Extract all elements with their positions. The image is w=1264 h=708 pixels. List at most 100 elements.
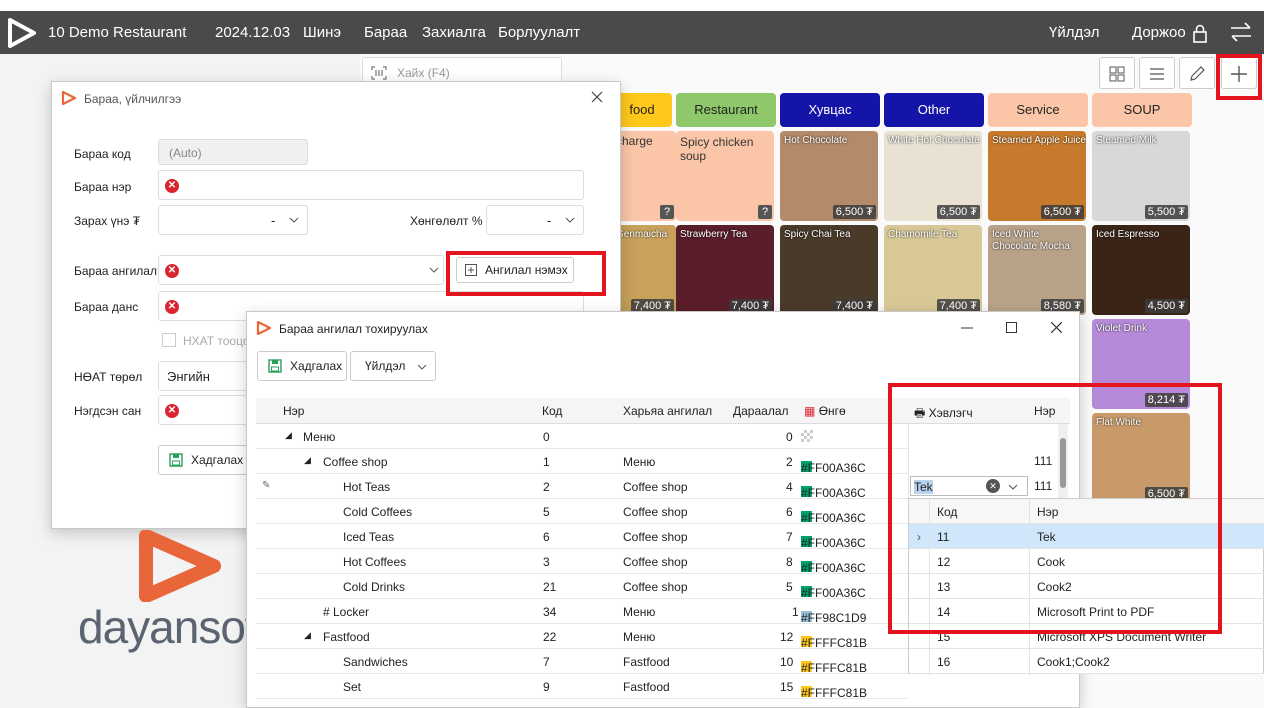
- price-label: Зарах үнэ ₮: [74, 214, 141, 228]
- category-select[interactable]: ✕: [158, 255, 444, 285]
- category-tab-soup[interactable]: SOUP: [1092, 93, 1192, 127]
- unit-label: Нэгдсэн сан: [74, 404, 142, 418]
- product-tile[interactable]: Spicy chicken soup ?: [676, 131, 774, 221]
- brand-wordmark: dayansoft: [78, 601, 269, 653]
- vat-type-select[interactable]: Энгийн: [158, 361, 248, 391]
- color-swatch: [801, 430, 813, 442]
- save-icon: [268, 359, 282, 373]
- list-icon: [1150, 68, 1164, 80]
- business-date: 2024.12.03: [215, 24, 291, 41]
- pencil-icon: [1190, 66, 1205, 81]
- collapse-icon[interactable]: ◢: [304, 455, 311, 466]
- app-logo-icon: [256, 320, 272, 336]
- product-tile[interactable]: Iced Espresso 4,500 ₮: [1092, 225, 1190, 315]
- main-navbar: 10 Demo Restaurant 2024.12.03 Шинэ Бараа…: [0, 11, 1264, 54]
- nav-action-menu[interactable]: Үйлдэл: [1049, 24, 1099, 41]
- lock-icon[interactable]: [1192, 23, 1208, 43]
- collapse-icon[interactable]: ◢: [285, 430, 292, 441]
- save-button[interactable]: Хадгалах: [158, 445, 248, 475]
- table-row[interactable]: ◢ Coffee shop 1 Меню 2 #FF00A36C: [256, 449, 908, 475]
- window-top-strip: [0, 0, 1264, 11]
- close-icon[interactable]: [591, 91, 603, 103]
- palette-icon: ▦: [804, 404, 816, 418]
- vat-checkbox-label: НХАТ тооцох: [183, 334, 256, 348]
- grid-view-button[interactable]: [1099, 57, 1135, 89]
- save-button[interactable]: Хадгалах: [257, 351, 347, 381]
- table-row[interactable]: Set 9 Fastfood 15 #FFFFC81B: [256, 674, 908, 700]
- table-row[interactable]: Iced Teas 6 Coffee shop 7 #FF00A36C: [256, 524, 908, 550]
- product-tile[interactable]: Strawberry Tea 7,400 ₮: [676, 225, 774, 315]
- column-header-color[interactable]: ▦ Өнгө: [804, 404, 846, 418]
- table-row[interactable]: ◢ Fastfood 22 Меню 12 #FFFFC81B: [256, 624, 908, 650]
- unit-field[interactable]: ✕: [158, 395, 248, 425]
- product-tile[interactable]: Hot Chocolate 6,500 ₮: [780, 131, 878, 221]
- column-header-parent[interactable]: Харьяа ангилал: [623, 404, 712, 418]
- product-tile[interactable]: Genmaicha 7,400 ₮: [612, 225, 676, 315]
- chevron-down-icon: [429, 267, 439, 273]
- product-tile[interactable]: Iced White Chocolate Mocha 8,580 ₮: [988, 225, 1086, 315]
- search-placeholder: Хайх (F4): [397, 66, 450, 80]
- category-label: Бараа ангилал: [74, 264, 157, 278]
- list-view-button[interactable]: [1139, 57, 1175, 89]
- edit-row-icon: ✎: [262, 480, 271, 491]
- vat-checkbox[interactable]: [162, 333, 176, 347]
- product-tile[interactable]: Steamed Milk 5,500 ₮: [1092, 131, 1190, 221]
- highlight-add-button: [1216, 54, 1262, 100]
- nav-item-products[interactable]: Бараа: [364, 24, 407, 41]
- table-row[interactable]: ◢ Меню 0 0: [256, 424, 908, 449]
- table-row[interactable]: Cold Drinks 21 Coffee shop 5 #FF00A36C: [256, 574, 908, 600]
- price-field[interactable]: -: [158, 205, 308, 235]
- grid-icon: [1109, 66, 1125, 82]
- category-tab-service[interactable]: Service: [988, 93, 1088, 127]
- barcode-scan-icon: [371, 66, 387, 80]
- code-field: (Auto): [158, 139, 308, 165]
- close-icon[interactable]: [1051, 322, 1062, 333]
- brand-logo-icon: [139, 530, 221, 602]
- table-row[interactable]: Hot Coffees 3 Coffee shop 8 #FF00A36C: [256, 549, 908, 575]
- nav-item-new[interactable]: Шинэ: [303, 24, 341, 41]
- error-icon: ✕: [165, 300, 179, 314]
- product-tile[interactable]: Steamed Apple Juice 6,500 ₮: [988, 131, 1086, 221]
- column-header-name[interactable]: Нэр: [283, 404, 304, 418]
- table-row[interactable]: Sandwiches 7 Fastfood 10 #FFFFC81B: [256, 649, 908, 675]
- minimize-icon[interactable]: [961, 327, 973, 329]
- nav-item-sales[interactable]: Борлуулалт: [498, 24, 580, 41]
- category-tab-restaurant[interactable]: Restaurant: [676, 93, 776, 127]
- product-tile[interactable]: charge ?: [612, 131, 676, 221]
- category-tab-food[interactable]: food: [612, 93, 672, 127]
- error-icon: ✕: [165, 264, 179, 278]
- action-menu-button[interactable]: Үйлдэл: [350, 351, 436, 381]
- nav-item-orders[interactable]: Захиалга: [422, 24, 486, 41]
- collapse-icon[interactable]: ◢: [304, 630, 311, 641]
- edit-button[interactable]: [1179, 57, 1215, 89]
- chevron-down-icon: [565, 217, 575, 223]
- table-row[interactable]: ✎ Hot Teas 2 Coffee shop 4 #FF00A36C: [256, 474, 908, 500]
- discount-field[interactable]: -: [486, 205, 584, 235]
- category-tab-clothing[interactable]: Хувцас: [780, 93, 880, 127]
- chevron-down-icon: [417, 364, 427, 370]
- dialog-title: Бараа, үйлчилгээ: [84, 92, 182, 106]
- product-tile[interactable]: White Hot Chocolate 6,500 ₮: [884, 131, 982, 221]
- product-tile[interactable]: Chamomile Tea 7,400 ₮: [884, 225, 982, 315]
- maximize-icon[interactable]: [1006, 322, 1017, 333]
- category-tab-other[interactable]: Other: [884, 93, 984, 127]
- column-header-code[interactable]: Код: [542, 404, 562, 418]
- name-field[interactable]: ✕: [158, 170, 584, 200]
- table-row[interactable]: Cold Coffees 5 Coffee shop 6 #FF00A36C: [256, 499, 908, 525]
- switch-arrows-icon[interactable]: [1230, 22, 1252, 42]
- code-label: Бараа код: [74, 147, 131, 161]
- nav-user[interactable]: Доржоо: [1132, 24, 1186, 41]
- product-tile[interactable]: Spicy Chai Tea 7,400 ₮: [780, 225, 878, 315]
- table-row[interactable]: # Locker 34 Меню 1 #FF98C1D9: [256, 599, 908, 625]
- restaurant-name: 10 Demo Restaurant: [48, 24, 187, 41]
- column-header-order[interactable]: Дараалал: [733, 404, 789, 418]
- vat-type-label: НӨАТ төрөл: [74, 370, 143, 384]
- account-label: Бараа данс: [74, 300, 139, 314]
- error-icon: ✕: [165, 404, 179, 418]
- save-icon: [169, 453, 183, 467]
- app-logo-icon: [8, 18, 36, 48]
- discount-label: Хөнгөлөлт %: [410, 214, 483, 228]
- dropdown-option[interactable]: 16 Cook1;Cook2: [909, 649, 1264, 674]
- name-label: Бараа нэр: [74, 180, 132, 194]
- highlight-add-category: [446, 251, 606, 296]
